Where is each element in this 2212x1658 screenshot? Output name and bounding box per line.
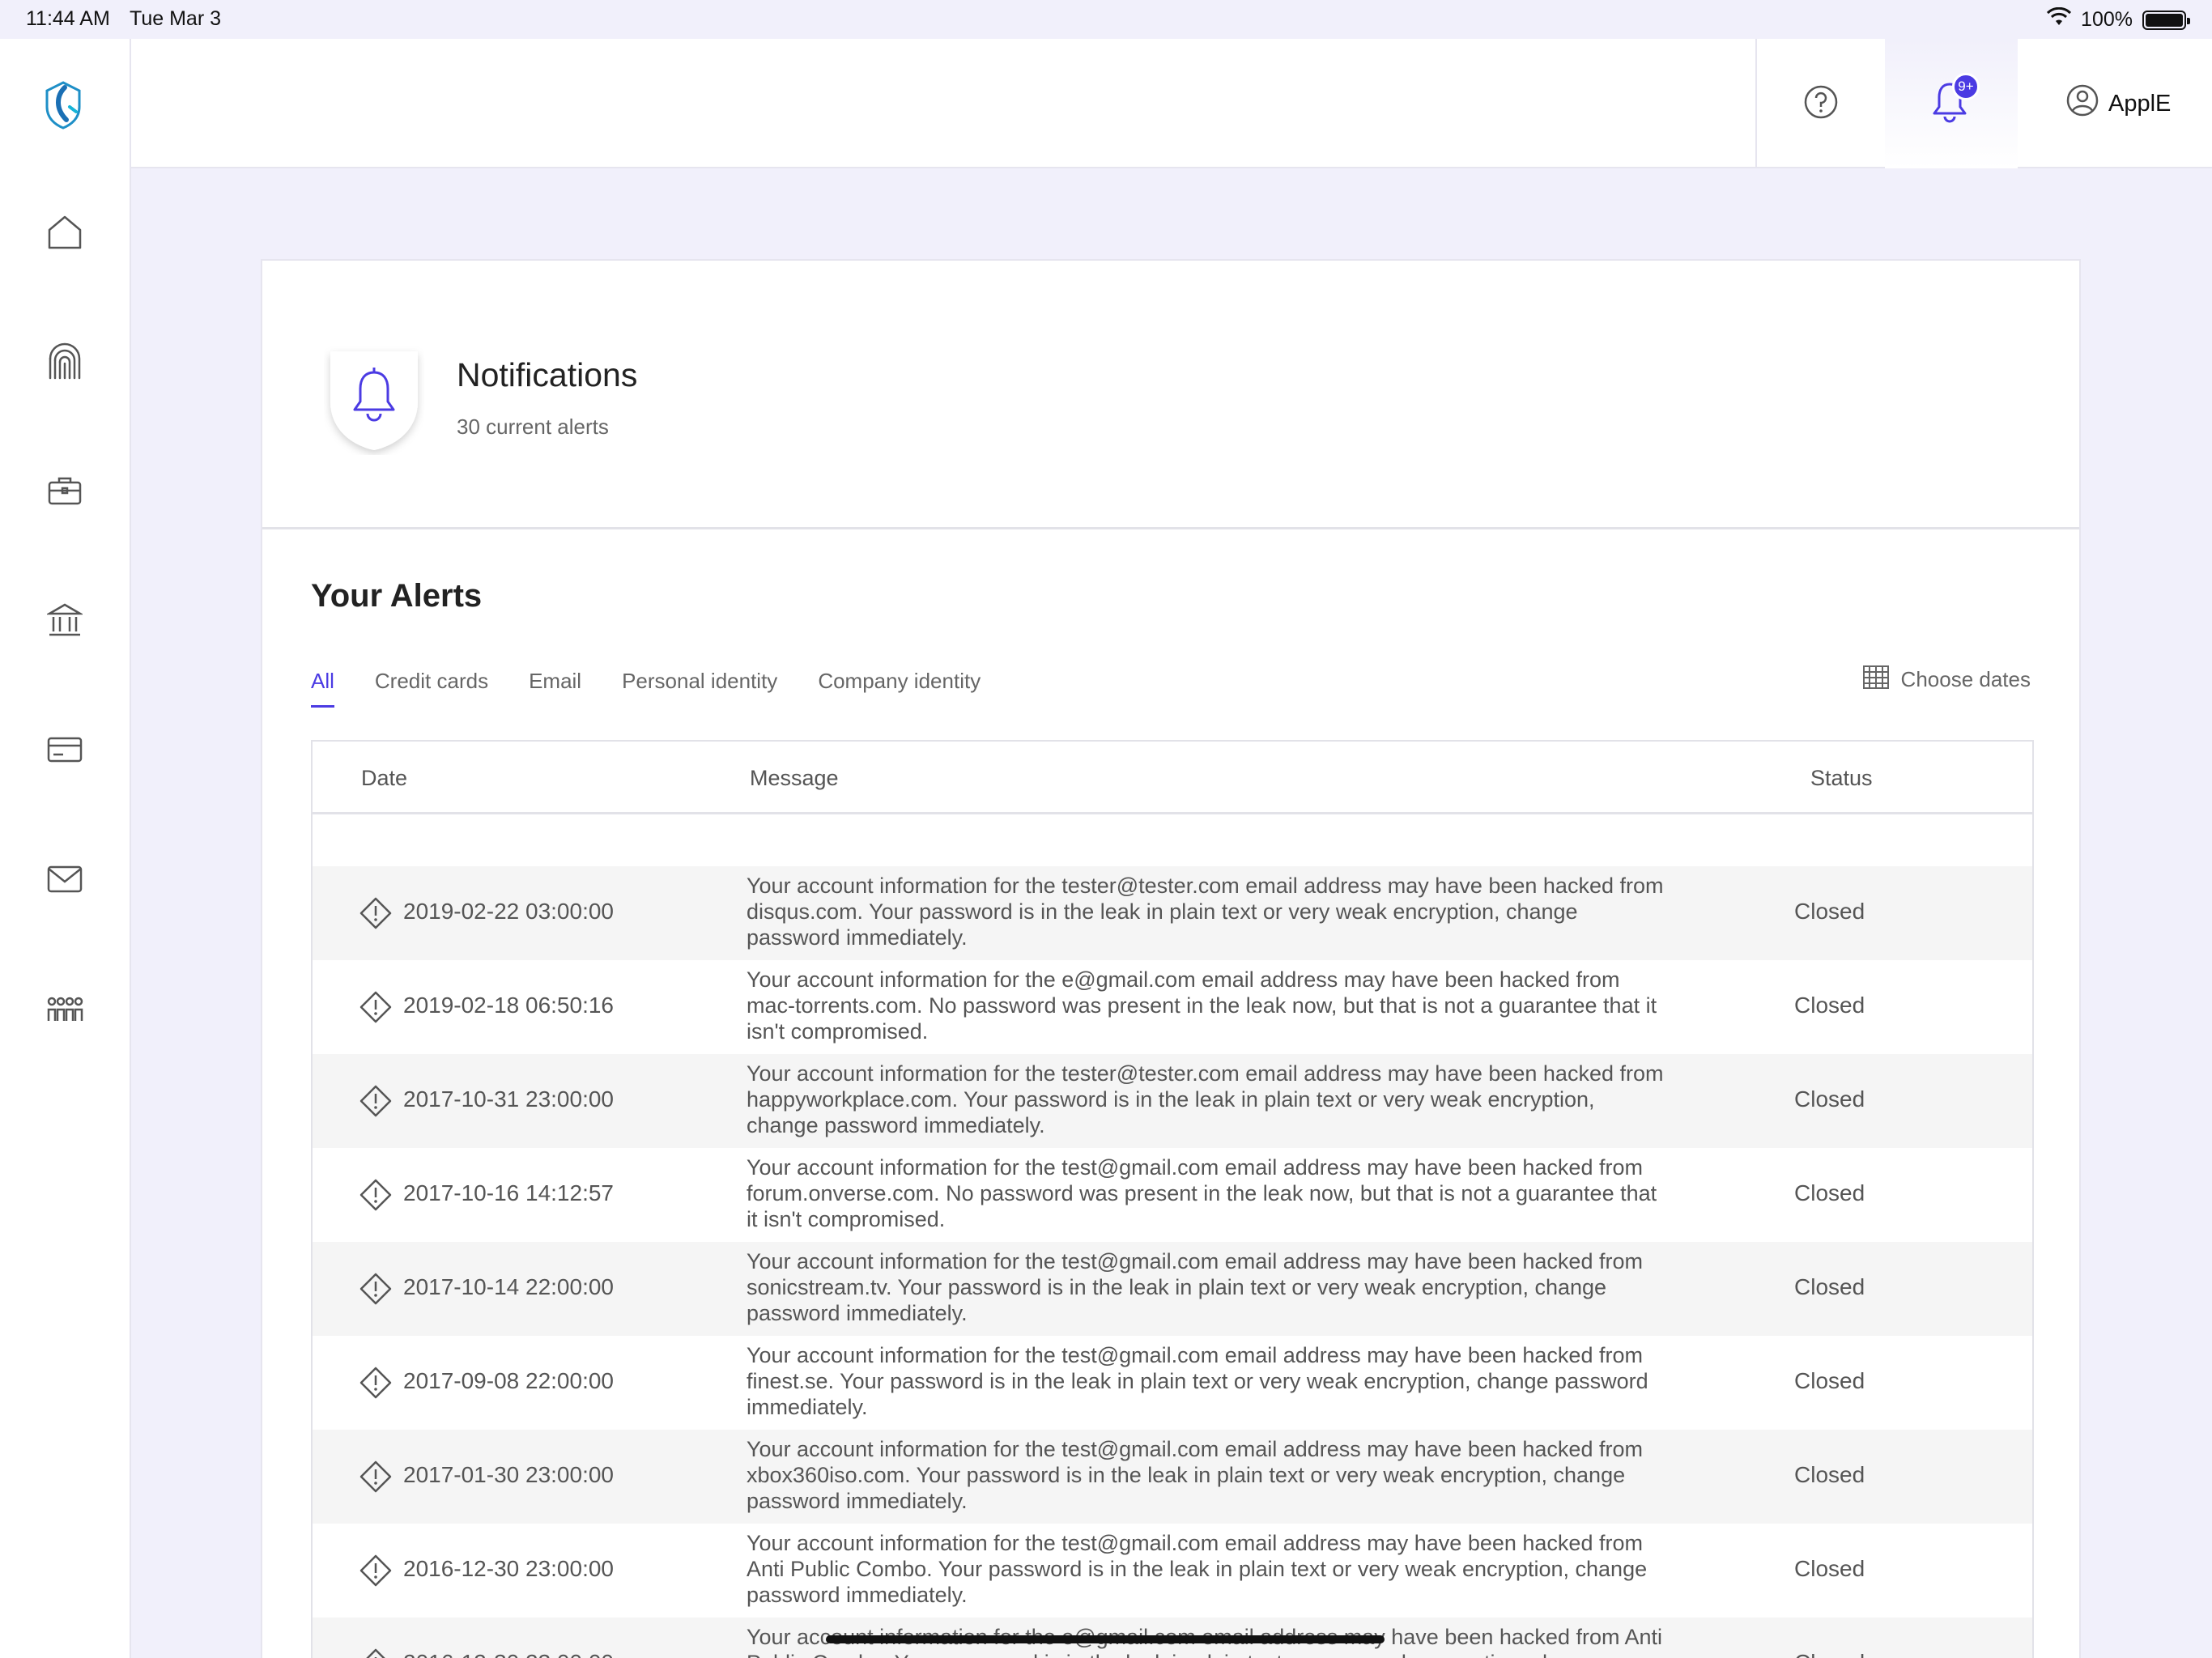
table-row[interactable]: 2017-10-16 14:12:57 Your account informa…	[313, 1148, 2032, 1242]
table-header: Date Message Status	[313, 742, 2032, 814]
alert-diamond-icon	[359, 1367, 392, 1399]
sidebar	[0, 39, 131, 1658]
row-status: Closed	[1794, 899, 1865, 924]
mail-icon	[47, 865, 83, 897]
table-row[interactable]: 2019-02-22 03:00:00 Your account informa…	[313, 866, 2032, 960]
card-header: Notifications 30 current alerts	[262, 261, 2079, 529]
logo-icon[interactable]	[40, 79, 86, 131]
alerts-count: 30 current alerts	[457, 414, 609, 439]
alert-diamond-icon	[359, 1554, 392, 1587]
wifi-icon	[2046, 6, 2072, 32]
sidebar-item-identity[interactable]	[39, 337, 91, 389]
row-message: Your account information for the tester@…	[747, 874, 1664, 950]
row-date: 2017-01-30 23:00:00	[403, 1462, 614, 1487]
top-header: 9+ ApplE	[131, 39, 2212, 168]
bell-icon	[1931, 83, 1968, 126]
table-row[interactable]: 2017-09-08 22:00:00 Your account informa…	[313, 1336, 2032, 1430]
alert-tabs: All Credit cards Email Personal identity…	[311, 669, 981, 708]
tab-all[interactable]: All	[311, 669, 334, 708]
row-date: 2017-10-14 22:00:00	[403, 1274, 614, 1299]
tab-personal-identity[interactable]: Personal identity	[622, 669, 777, 708]
status-date: Tue Mar 3	[130, 7, 222, 30]
row-date: 2017-09-08 22:00:00	[403, 1368, 614, 1393]
user-name: ApplE	[2108, 90, 2172, 117]
bank-icon	[45, 602, 84, 642]
section-title: Your Alerts	[311, 578, 483, 614]
table-row[interactable]: 2016-12-30 23:00:00 Your account informa…	[313, 1524, 2032, 1618]
table-row[interactable]: 2017-01-30 23:00:00 Your account informa…	[313, 1430, 2032, 1524]
user-avatar-icon	[2066, 84, 2099, 123]
alert-diamond-icon	[359, 1648, 392, 1658]
row-date: 2019-02-18 06:50:16	[403, 993, 614, 1018]
row-date: 2017-10-31 23:00:00	[403, 1086, 614, 1112]
sidebar-item-team[interactable]	[39, 984, 91, 1036]
row-status: Closed	[1794, 993, 1865, 1018]
battery-percent: 100%	[2081, 8, 2133, 31]
row-message: Your account information for the e@gmail…	[747, 967, 1657, 1044]
tab-email[interactable]: Email	[529, 669, 581, 708]
status-right: 100%	[2046, 6, 2190, 32]
row-date: 2016-12-30 23:00:00	[403, 1650, 614, 1658]
notification-badge: 9+	[1952, 73, 1980, 100]
row-status: Closed	[1794, 1462, 1865, 1487]
credit-card-icon	[47, 737, 83, 767]
column-header-date[interactable]: Date	[361, 766, 407, 791]
row-date: 2017-10-16 14:12:57	[403, 1180, 614, 1205]
table-body: 2019-02-22 03:00:00 Your account informa…	[313, 866, 2032, 1658]
bell-wrap: 9+	[1931, 73, 1980, 126]
shield-bell-icon	[324, 345, 424, 455]
choose-dates-button[interactable]: Choose dates	[1862, 664, 2031, 695]
people-icon	[46, 995, 83, 1027]
notifications-card: Notifications 30 current alerts Your Ale…	[261, 259, 2081, 1658]
sidebar-item-email[interactable]	[39, 855, 91, 907]
row-message: Your account information for the test@gm…	[747, 1343, 1648, 1419]
row-message: Your account information for the test@gm…	[747, 1437, 1643, 1513]
row-status: Closed	[1794, 1650, 1865, 1658]
calendar-icon	[1862, 664, 1890, 695]
table-row[interactable]: 2017-10-31 23:00:00 Your account informa…	[313, 1054, 2032, 1148]
row-status: Closed	[1794, 1368, 1865, 1393]
fingerprint-icon	[47, 342, 83, 384]
page-title: Notifications	[457, 356, 638, 393]
help-button[interactable]	[1755, 39, 1885, 168]
status-time: 11:44 AM	[26, 7, 110, 30]
user-menu[interactable]: ApplE	[2066, 39, 2171, 168]
row-message: Your account information for the test@gm…	[747, 1249, 1643, 1325]
column-header-message: Message	[750, 766, 839, 790]
tab-company-identity[interactable]: Company identity	[818, 669, 981, 708]
alert-diamond-icon	[359, 1273, 392, 1305]
table-row[interactable]: 2017-10-14 22:00:00 Your account informa…	[313, 1242, 2032, 1336]
home-indicator[interactable]	[826, 1635, 1385, 1643]
sidebar-item-credit-cards[interactable]	[39, 725, 91, 777]
tab-credit-cards[interactable]: Credit cards	[375, 669, 488, 708]
battery-icon	[2142, 10, 2190, 30]
alert-diamond-icon	[359, 991, 392, 1023]
row-status: Closed	[1794, 1556, 1865, 1581]
row-status: Closed	[1794, 1274, 1865, 1299]
row-date: 2019-02-22 03:00:00	[403, 899, 614, 924]
help-icon	[1804, 85, 1838, 123]
alert-diamond-icon	[359, 1460, 392, 1493]
notifications-button[interactable]: 9+	[1885, 39, 2018, 168]
row-date: 2016-12-30 23:00:00	[403, 1556, 614, 1581]
column-header-status[interactable]: Status	[1810, 766, 1873, 791]
row-message: Your account information for the tester@…	[747, 1061, 1664, 1137]
alerts-table: Date Message Status 2019-02-22 03:00:00 …	[311, 740, 2034, 1658]
row-status: Closed	[1794, 1086, 1865, 1112]
alert-diamond-icon	[359, 897, 392, 929]
alert-diamond-icon	[359, 1085, 392, 1117]
sidebar-item-company[interactable]	[39, 466, 91, 518]
choose-dates-label: Choose dates	[1900, 667, 2031, 691]
table-row[interactable]: 2019-02-18 06:50:16 Your account informa…	[313, 960, 2032, 1054]
sidebar-item-bank[interactable]	[39, 596, 91, 648]
row-message: Your account information for the test@gm…	[747, 1531, 1648, 1607]
briefcase-icon	[47, 476, 83, 509]
status-bar: 11:44 AM Tue Mar 3 100%	[0, 0, 2212, 39]
row-status: Closed	[1794, 1180, 1865, 1205]
sidebar-item-home[interactable]	[39, 207, 91, 259]
home-icon	[46, 214, 83, 253]
row-message: Your account information for the test@gm…	[747, 1155, 1657, 1231]
alert-diamond-icon	[359, 1179, 392, 1211]
